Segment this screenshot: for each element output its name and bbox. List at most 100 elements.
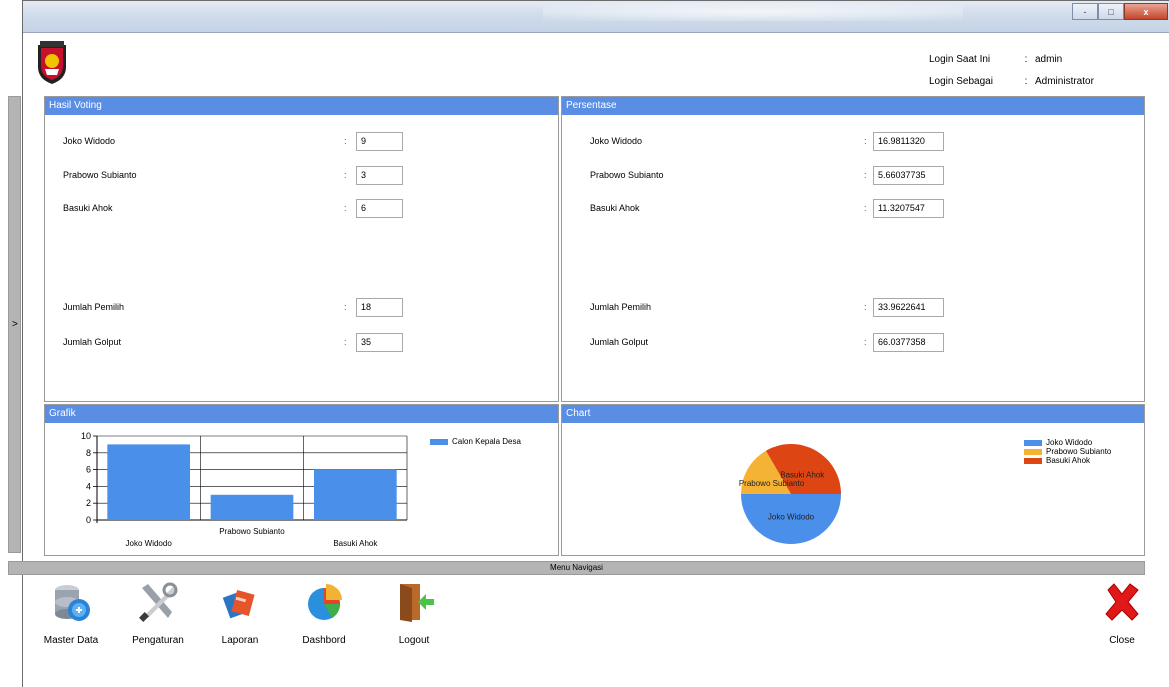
- panel-title: Hasil Voting: [45, 97, 558, 115]
- form-row: Basuki Ahok : 6: [45, 199, 558, 219]
- field-label: Jumlah Pemilih: [590, 302, 652, 312]
- colon: :: [1024, 76, 1028, 87]
- kpu-logo-icon: [38, 41, 66, 84]
- logout-door-icon: [400, 584, 434, 622]
- legend-swatch: [1024, 448, 1042, 455]
- x-tick-label: Prabowo Subianto: [219, 527, 285, 536]
- pie-slice-label: Basuki Ahok: [780, 471, 825, 480]
- title-bar: - □ x: [23, 1, 1169, 33]
- persentase-panel: Persentase Joko Widodo : 16.9811320 Prab…: [561, 96, 1145, 402]
- legend-swatch: [1024, 457, 1042, 464]
- side-panel-toggle[interactable]: >: [8, 96, 21, 553]
- close-window-button[interactable]: x: [1124, 3, 1168, 20]
- field-label: Prabowo Subianto: [590, 170, 664, 180]
- colon: :: [344, 136, 347, 146]
- legend-item: Basuki Ahok: [1024, 456, 1111, 465]
- form-row: Joko Widodo : 9: [45, 132, 558, 152]
- window-controls: - □ x: [1072, 3, 1168, 20]
- login-now-value: admin: [1035, 54, 1063, 65]
- form-row: Jumlah Golput : 35: [45, 333, 558, 353]
- y-tick-label: 10: [81, 431, 91, 441]
- field-label: Prabowo Subianto: [63, 170, 137, 180]
- field-label: Basuki Ahok: [63, 203, 113, 213]
- field-label: Jumlah Golput: [63, 337, 122, 347]
- legend-label: Prabowo Subianto: [1046, 447, 1112, 456]
- legend-item: Joko Widodo: [1024, 438, 1111, 447]
- y-tick-label: 4: [86, 481, 91, 491]
- colon: :: [864, 302, 867, 312]
- field-label: Joko Widodo: [63, 136, 116, 146]
- close-app-button[interactable]: Close: [1100, 580, 1144, 646]
- panel-title: Grafik: [45, 405, 558, 423]
- grafik-panel: Grafik 0 2 4 6 8 10 Joko Widodo Prabowo Subiant…: [44, 404, 559, 556]
- maximize-button[interactable]: □: [1098, 3, 1124, 20]
- form-row: Jumlah Pemilih : 18: [45, 298, 558, 318]
- login-as-label: Login Sebagai: [929, 76, 993, 87]
- y-tick-label: 6: [86, 465, 91, 475]
- menu-navigasi-bar: Menu Navigasi: [8, 561, 1145, 575]
- basuki-percent-field[interactable]: 11.3207547: [873, 199, 944, 218]
- pengaturan-button[interactable]: Pengaturan: [123, 580, 193, 646]
- legend-item: Calon Kepala Desa: [430, 437, 521, 446]
- colon: :: [1024, 54, 1028, 65]
- colon: :: [344, 337, 347, 347]
- colon: :: [864, 136, 867, 146]
- minimize-button[interactable]: -: [1072, 3, 1098, 20]
- basuki-votes-field[interactable]: 6: [356, 199, 403, 218]
- colon: :: [864, 337, 867, 347]
- jumlah-golput-percent-field[interactable]: 66.0377358: [873, 333, 944, 352]
- prabowo-percent-field[interactable]: 5.66037735: [873, 166, 944, 185]
- bar: [210, 494, 294, 520]
- login-as-value: Administrator: [1035, 76, 1094, 87]
- pie-legend: Joko Widodo Prabowo Subianto Basuki Ahok: [1024, 438, 1111, 465]
- login-info: Login Saat Ini : admin Login Sebagai : A…: [929, 49, 1094, 93]
- nav-label: Logout: [398, 635, 430, 646]
- expand-arrow-icon: >: [12, 319, 18, 330]
- field-label: Basuki Ahok: [590, 203, 640, 213]
- legend-label: Joko Widodo: [1046, 438, 1093, 447]
- nav-label: Laporan: [221, 635, 259, 646]
- joko-widodo-percent-field[interactable]: 16.9811320: [873, 132, 944, 151]
- y-tick-label: 2: [86, 498, 91, 508]
- colon: :: [344, 203, 347, 213]
- y-tick-label: 8: [86, 448, 91, 458]
- legend-label: Basuki Ahok: [1046, 456, 1091, 465]
- form-row: Jumlah Pemilih : 33.9622641: [562, 298, 1144, 318]
- jumlah-pemilih-field[interactable]: 18: [356, 298, 403, 317]
- login-now-label: Login Saat Ini: [929, 54, 991, 65]
- master-data-button[interactable]: Master Data: [36, 580, 106, 646]
- laporan-button[interactable]: Laporan: [210, 580, 270, 646]
- nav-label: Pengaturan: [132, 635, 184, 646]
- jumlah-pemilih-percent-field[interactable]: 33.9622641: [873, 298, 944, 317]
- prabowo-votes-field[interactable]: 3: [356, 166, 403, 185]
- close-label: Close: [1109, 635, 1135, 646]
- form-row: Prabowo Subianto : 5.66037735: [562, 166, 1144, 186]
- legend-swatch: [430, 438, 448, 445]
- nav-label: Master Data: [43, 635, 99, 646]
- bar: [107, 444, 190, 520]
- form-row: Jumlah Golput : 66.0377358: [562, 333, 1144, 353]
- field-label: Jumlah Golput: [590, 337, 649, 347]
- y-tick-label: 0: [86, 515, 91, 525]
- colon: :: [344, 170, 347, 180]
- nav-label: Dashbord: [302, 635, 346, 646]
- field-label: Jumlah Pemilih: [63, 302, 125, 312]
- x-tick-label: Joko Widodo: [126, 539, 173, 548]
- logout-button[interactable]: Logout: [386, 580, 442, 646]
- panel-title: Chart: [562, 405, 1144, 423]
- dashbord-button[interactable]: Dashbord: [294, 580, 354, 646]
- app-header: Login Saat Ini : admin Login Sebagai : A…: [23, 33, 1169, 96]
- x-tick-label: Basuki Ahok: [333, 539, 378, 548]
- close-x-icon: [1105, 583, 1139, 621]
- books-icon: [222, 590, 255, 619]
- form-row: Prabowo Subianto : 3: [45, 166, 558, 186]
- jumlah-golput-field[interactable]: 35: [356, 333, 403, 352]
- colon: :: [864, 170, 867, 180]
- colon: :: [344, 302, 347, 312]
- legend-item: Prabowo Subianto: [1024, 447, 1111, 456]
- colon: :: [864, 203, 867, 213]
- panel-title: Persentase: [562, 97, 1144, 115]
- chart-panel: Chart Joko Widodo Prabowo Subianto Basuki …: [561, 404, 1145, 556]
- field-label: Joko Widodo: [590, 136, 643, 146]
- joko-widodo-votes-field[interactable]: 9: [356, 132, 403, 151]
